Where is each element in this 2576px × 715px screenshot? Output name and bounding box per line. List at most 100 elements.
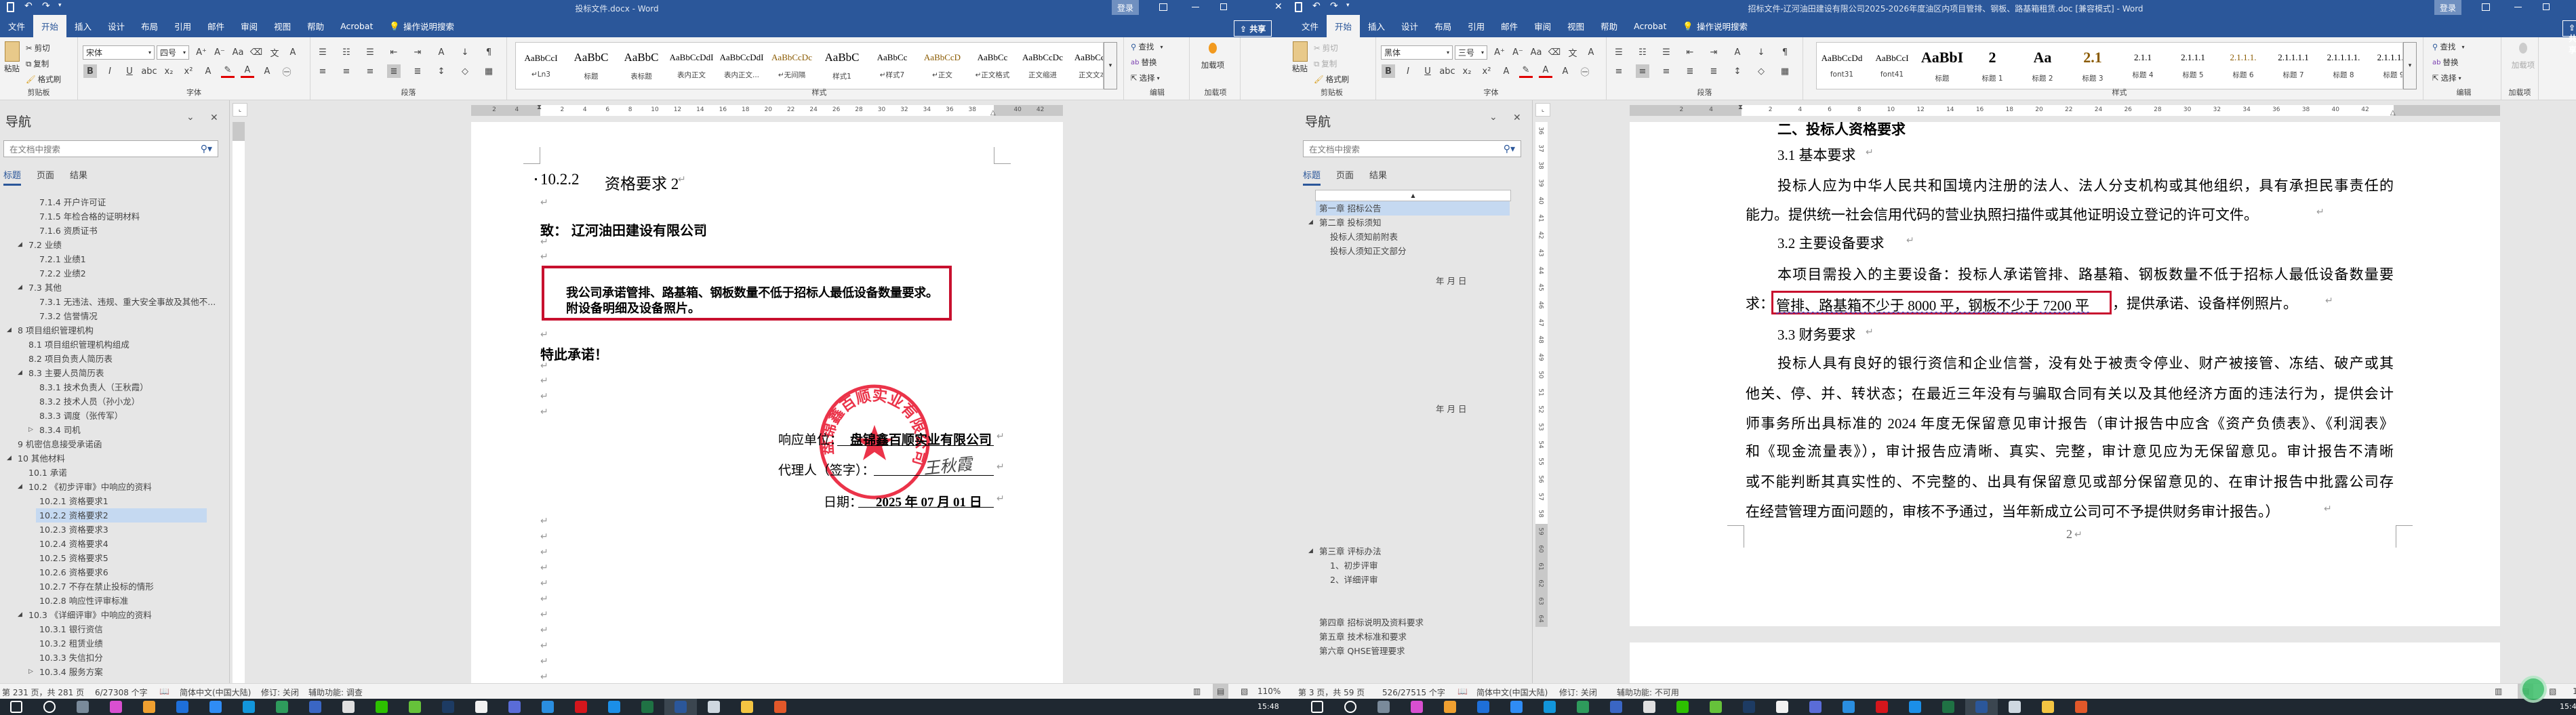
clear-format-icon[interactable]: ⌫ (1548, 45, 1561, 59)
clock[interactable]: 15:48 (1257, 702, 1279, 711)
nav-item[interactable]: 10.3.3 失信扣分 (0, 651, 210, 665)
nav-item[interactable]: ◢ 10.3 《详细评审》中响应的资料 (0, 608, 210, 622)
phone-app-icon[interactable] (342, 701, 355, 713)
tell-me-search[interactable]: 💡 操作说明搜索 (1674, 15, 1756, 37)
style-item[interactable]: AaBbI 标题 (1917, 43, 1967, 89)
char-border-icon[interactable]: A (1584, 45, 1598, 59)
nav-item[interactable]: 7.2.2 业绩2 (0, 266, 210, 281)
color-wheel-app-icon[interactable] (1411, 701, 1423, 713)
nav-item[interactable]: ▷ 10.3.4 服务方案 (0, 665, 210, 679)
nav-item[interactable]: 10.2.6 资格要求6 (0, 565, 210, 579)
nav-item[interactable]: ◢ 8.3 主要人员简历表 (0, 366, 210, 380)
nav-item[interactable]: 10.2.3 资格要求3 (0, 523, 210, 537)
addins-button[interactable]: 加载项 (2511, 43, 2535, 70)
ring-app-icon[interactable] (542, 701, 554, 713)
asian-layout-icon[interactable]: A (1731, 45, 1744, 59)
font-color-icon[interactable]: A (241, 64, 254, 78)
nav-item[interactable]: 第一章 招标公告 (1288, 201, 1513, 216)
language-status[interactable]: 简体中文(中国大陆) (1476, 687, 1548, 698)
line-spacing-icon[interactable]: ↕ (435, 64, 448, 78)
borders-icon[interactable]: ▦ (1778, 64, 1792, 78)
read-mode-icon[interactable]: ▥ (1193, 687, 1201, 696)
browser-ring-icon[interactable] (1544, 701, 1556, 713)
nav-tab-1[interactable]: 页面 (1336, 168, 1354, 181)
nav-options-chevron-icon[interactable]: ⌄ (1489, 112, 1497, 123)
asian-layout-icon[interactable]: A (435, 45, 448, 59)
distributed-icon[interactable]: ≣ (411, 64, 424, 78)
wechat-icon[interactable] (1676, 701, 1689, 713)
tab-7[interactable]: 审阅 (1526, 15, 1559, 37)
nav-item[interactable]: 第四章 招标说明及资料要求 (1288, 615, 1513, 630)
meeting-app-icon[interactable] (1510, 701, 1523, 713)
style-item[interactable]: AaBbCcD ↵正文 (917, 43, 967, 89)
nav-item[interactable]: 2、详细评审 (1288, 573, 1513, 587)
nav-item[interactable]: 10.2.4 资格要求4 (0, 537, 210, 551)
style-item[interactable]: 2.1.1.1.1 标题 7 (2268, 43, 2318, 89)
style-item[interactable]: 2.1.1 标题 4 (2118, 43, 2168, 89)
file-explorer-icon[interactable] (741, 701, 753, 713)
nav-item[interactable]: ◢ 7.2 业绩 (0, 238, 210, 252)
globe-browser-icon[interactable] (309, 701, 321, 713)
photo-viewer-icon[interactable] (143, 701, 155, 713)
find-button[interactable]: ⚲ 查找 ▾ (1131, 41, 1163, 52)
replace-button[interactable]: ab 替换 (1131, 57, 1156, 68)
numbering-icon[interactable]: ☷ (340, 45, 353, 59)
search-icon[interactable]: ⚲▾ (1504, 144, 1515, 155)
proofing-icon[interactable]: 📖 (159, 687, 169, 696)
windows-start-icon[interactable] (10, 701, 22, 713)
line-spacing-icon[interactable]: ↕ (1731, 64, 1744, 78)
nav-item[interactable]: 7.1.4 开户许可证 (0, 195, 210, 209)
sort-icon[interactable]: ↓ (1754, 45, 1768, 59)
nav-item[interactable]: 7.2.1 业绩1 (0, 252, 210, 266)
style-item[interactable]: AaBbCcDdI 表内正文... (717, 43, 767, 89)
chat-app-icon[interactable] (1477, 701, 1489, 713)
tell-me-search[interactable]: 💡 操作说明搜索 (381, 15, 462, 37)
read-mode-icon[interactable]: ▥ (2495, 687, 2502, 696)
wechat-icon[interactable] (376, 701, 388, 713)
shading-icon[interactable]: ◇ (1754, 64, 1768, 78)
align-right-icon[interactable]: ≡ (363, 64, 377, 78)
nav-item[interactable]: 7.1.6 资质证书 (0, 224, 210, 238)
track-changes-status[interactable]: 修订: 关闭 (261, 687, 299, 698)
nav-item[interactable]: 10.2.7 不存在禁止投标的情形 (0, 579, 210, 594)
style-item[interactable]: AaBbCcI font41 (1867, 43, 1917, 89)
excel-icon[interactable] (1942, 701, 1954, 713)
nav-item[interactable]: ◢ 7.3 其他 (0, 281, 210, 295)
nav-item[interactable]: 10.2.8 响应性评审标准 (0, 594, 210, 608)
bullets-icon[interactable]: ☰ (1612, 45, 1626, 59)
word-icon[interactable] (675, 701, 687, 713)
vertical-ruler[interactable] (233, 122, 245, 683)
xmind-icon[interactable] (1809, 701, 1822, 713)
share-button[interactable]: ⇪ 共享 (1234, 20, 1272, 37)
nav-item[interactable]: 10.2.2 资格要求2 (0, 508, 210, 523)
nav-item[interactable]: 投标人须知前附表 (1288, 230, 1513, 244)
decrease-indent-icon[interactable]: ⇤ (387, 45, 401, 59)
expanded-triangle-icon[interactable]: ◢ (1308, 216, 1313, 230)
justify-icon[interactable]: ≣ (1683, 64, 1697, 78)
increase-indent-icon[interactable]: ⇥ (411, 45, 424, 59)
browser-ring-icon[interactable] (243, 701, 255, 713)
borders-icon[interactable]: ▦ (482, 64, 496, 78)
enclose-char-icon[interactable]: ㊀ (280, 64, 294, 78)
nav-search-input[interactable]: 在文档中搜索 ⚲▾ (1303, 140, 1521, 157)
nav-item[interactable]: 年 月 日 (1288, 274, 1513, 288)
char-shading-icon[interactable]: A (1558, 64, 1572, 78)
calculator-icon[interactable] (77, 701, 89, 713)
expanded-triangle-icon[interactable]: ◢ (1308, 544, 1313, 558)
green-circle-app-icon[interactable] (1710, 701, 1722, 713)
select-button[interactable]: ⇱ 选择 ▾ (1131, 73, 1160, 83)
language-status[interactable]: 简体中文(中国大陆) (180, 687, 251, 698)
green-circle-app-icon[interactable] (409, 701, 421, 713)
meeting-app-icon[interactable] (209, 701, 222, 713)
nav-item[interactable]: 10.1 承诺 (0, 466, 210, 480)
style-item[interactable]: AaBbCc ↵样式7 (867, 43, 917, 89)
nav-item[interactable]: 7.1.5 年检合格的证明材料 (0, 209, 210, 224)
expanded-triangle-icon[interactable]: ◢ (7, 323, 12, 338)
paint-app-icon[interactable] (708, 701, 720, 713)
right-indent-marker[interactable]: △ (990, 109, 996, 117)
nav-item[interactable]: 10.2.5 资格要求5 (0, 551, 210, 565)
nav-options-chevron-icon[interactable]: ⌄ (186, 112, 195, 123)
vertical-scrollbar[interactable] (1277, 122, 1287, 683)
tab-9[interactable]: 帮助 (299, 15, 332, 37)
nav-item[interactable]: ◢ 第二章 投标须知 (1288, 216, 1513, 230)
